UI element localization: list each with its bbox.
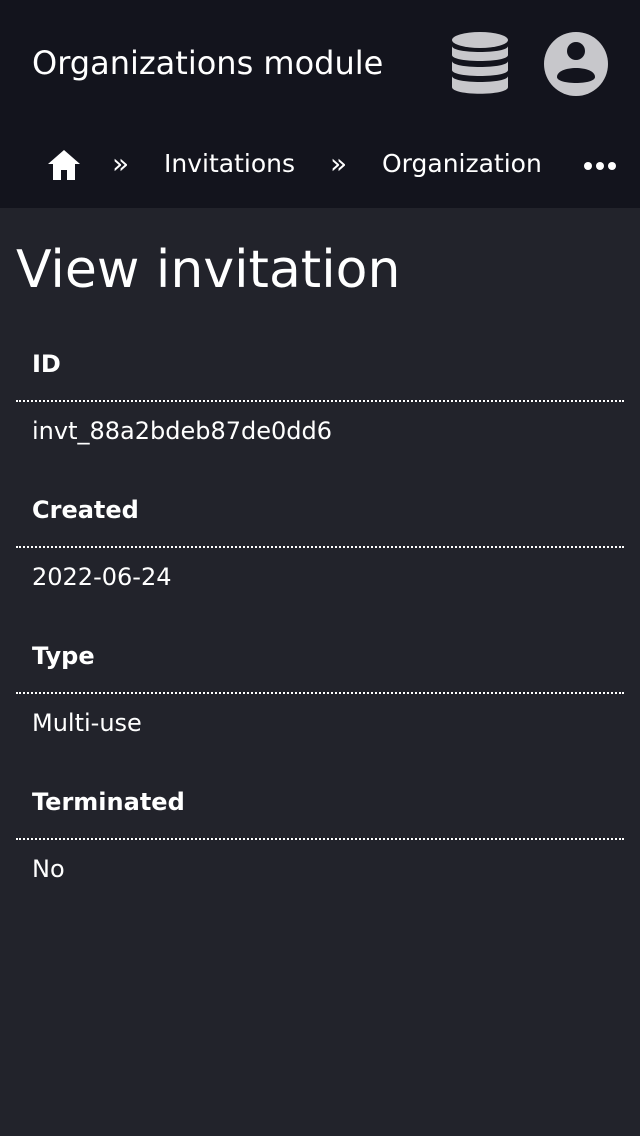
field-label: ID: [32, 350, 61, 378]
field-label: Type: [32, 642, 95, 670]
home-icon[interactable]: [46, 148, 82, 182]
database-icon[interactable]: [450, 30, 510, 98]
invitation-details: ID invt_88a2bdeb87de0dd6 Created 2022-06…: [16, 334, 624, 918]
detail-field-type: Type Multi-use: [16, 626, 624, 772]
field-value: invt_88a2bdeb87de0dd6: [32, 417, 333, 445]
field-value: 2022-06-24: [32, 563, 172, 591]
field-value: Multi-use: [32, 709, 142, 737]
more-horizontal-icon[interactable]: [582, 158, 618, 172]
field-divider: [16, 838, 624, 840]
detail-field-created: Created 2022-06-24: [16, 480, 624, 626]
field-divider: [16, 546, 624, 548]
app-header: Organizations module » Invitations » Org…: [0, 0, 640, 208]
breadcrumb-separator: »: [330, 147, 348, 180]
breadcrumb: » Invitations » Organization: [0, 128, 640, 200]
account-avatar-icon[interactable]: [543, 31, 609, 97]
breadcrumb-link-organization[interactable]: Organization: [382, 146, 542, 182]
app-title: Organizations module: [32, 44, 384, 82]
field-divider: [16, 400, 624, 402]
breadcrumb-link-invitations[interactable]: Invitations: [164, 146, 295, 182]
field-value: No: [32, 855, 65, 883]
field-label: Created: [32, 496, 139, 524]
detail-field-terminated: Terminated No: [16, 772, 624, 918]
field-label: Terminated: [32, 788, 185, 816]
field-divider: [16, 692, 624, 694]
page-title: View invitation: [16, 240, 401, 300]
breadcrumb-separator: »: [112, 147, 130, 180]
detail-field-id: ID invt_88a2bdeb87de0dd6: [16, 334, 624, 480]
